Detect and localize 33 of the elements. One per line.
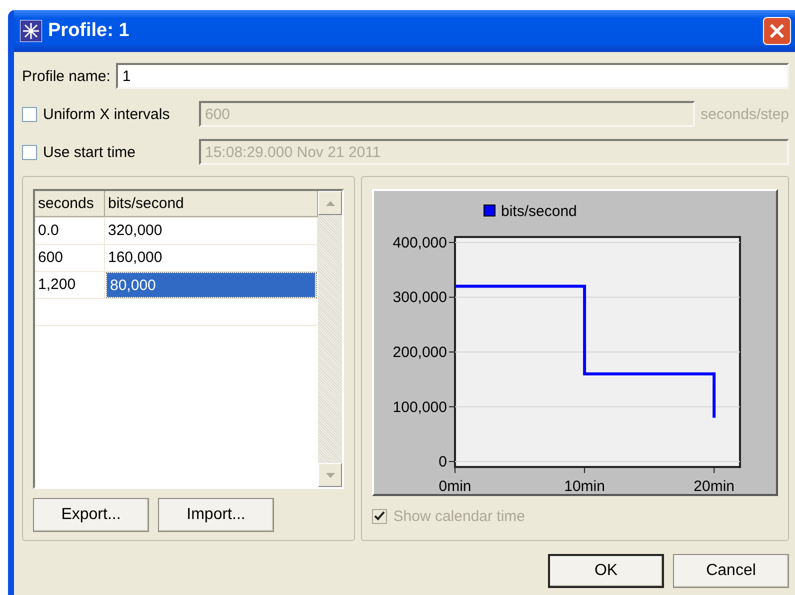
table-button[interactable]: Import... bbox=[158, 498, 274, 532]
checkbox-label: Show calendar time bbox=[393, 508, 525, 524]
y-tick-label: 100,000 bbox=[393, 398, 448, 416]
table-cell[interactable]: 80,000 bbox=[107, 273, 316, 297]
x-tick-label: 20min bbox=[694, 478, 735, 494]
y-tick-label: 300,000 bbox=[393, 289, 448, 306]
table-button[interactable]: Export... bbox=[33, 498, 149, 532]
x-tick-label: 10min bbox=[564, 478, 606, 494]
y-tick-label: 200,000 bbox=[393, 344, 448, 361]
table-cell[interactable]: 600 bbox=[35, 245, 105, 271]
down-arrow-icon bbox=[326, 472, 335, 478]
table-cell[interactable]: 0.0 bbox=[35, 218, 105, 244]
unit-label: seconds/step bbox=[700, 106, 789, 122]
scrollbar[interactable] bbox=[318, 191, 342, 487]
legend-label: bits/second bbox=[501, 203, 578, 220]
profile-name-field[interactable]: 1 bbox=[116, 63, 789, 89]
y-tick-label: 400,000 bbox=[393, 234, 448, 252]
up-arrow-icon bbox=[326, 200, 335, 206]
checkbox-label: Uniform X intervals bbox=[43, 106, 171, 122]
window-title: Profile: 1 bbox=[48, 20, 130, 42]
close-icon bbox=[769, 23, 785, 39]
legend-entry: bits/second bbox=[484, 203, 578, 220]
column-header[interactable]: bits/second bbox=[105, 191, 318, 217]
dialog-button[interactable]: Cancel bbox=[673, 554, 789, 588]
field-label: Profile name: bbox=[22, 68, 110, 84]
table-cell[interactable]: 1,200 bbox=[35, 272, 105, 298]
dialog-button[interactable]: OK bbox=[548, 554, 664, 588]
checkbox-label: Use start time bbox=[43, 144, 137, 160]
x-tick-label: 0min bbox=[439, 478, 472, 494]
y-tick-label: 0 bbox=[438, 454, 448, 471]
close-button[interactable] bbox=[763, 17, 791, 45]
app-icon bbox=[20, 20, 42, 42]
column-header[interactable]: seconds bbox=[35, 191, 105, 217]
